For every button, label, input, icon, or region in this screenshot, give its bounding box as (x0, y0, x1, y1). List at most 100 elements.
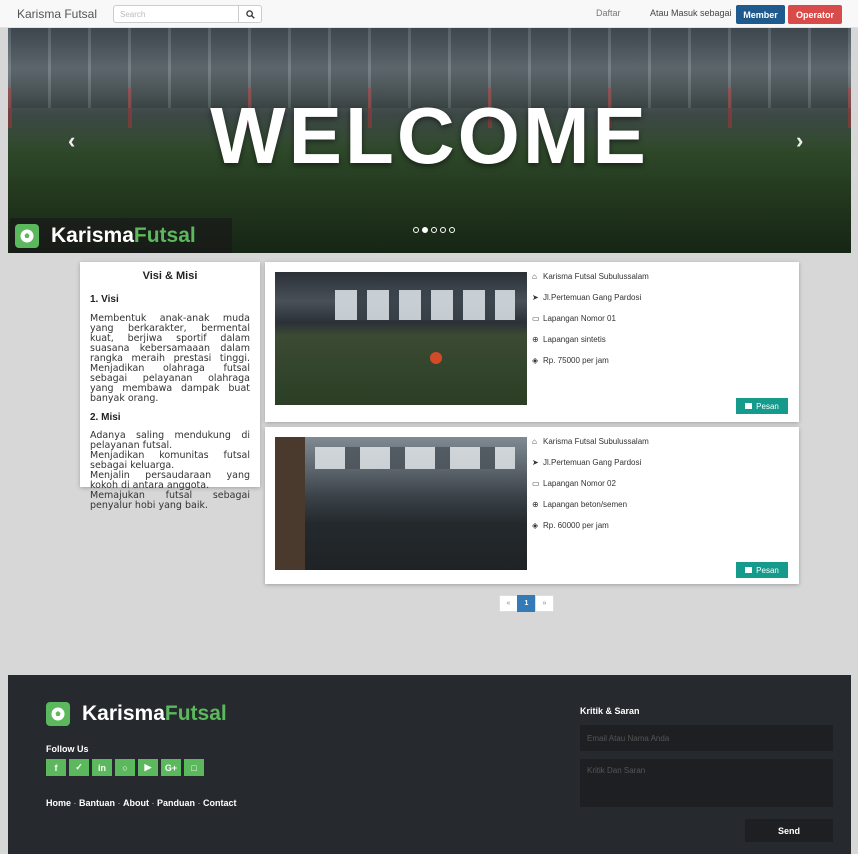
visi-misi-panel: Visi & Misi 1. Visi Membentuk anak-anak … (80, 262, 260, 511)
navbar: Karisma Futsal Daftar Atau Masuk sebagai… (0, 0, 858, 28)
soccer-ball-icon (15, 223, 39, 248)
footer-logo-karisma: Karisma (82, 702, 165, 725)
footer-link-contact[interactable]: Contact (203, 798, 237, 808)
field-photo-wall (275, 437, 305, 570)
misi-line: Memajukan futsal sebagai penyalur hobi y… (90, 490, 250, 511)
footer-link-panduan[interactable]: Panduan (157, 798, 195, 808)
brand-link[interactable]: Karisma Futsal (17, 7, 97, 21)
field-photo-windows (335, 290, 515, 320)
pesan-label: Pesan (756, 565, 779, 575)
lifesaver-icon: ⊕ (532, 334, 539, 344)
pesan-button[interactable]: Pesan (736, 562, 788, 578)
pagination-next[interactable]: » (535, 595, 554, 612)
field-address: Jl.Pertemuan Gang Pardosi (543, 457, 642, 467)
social-links: f ✓ in ○ ▶ G+ □ (46, 759, 204, 776)
tags-icon: ◈ (532, 520, 539, 530)
hero-carousel: WELCOME ‹ › KarismaFutsal (8, 28, 851, 253)
card-icon: ▭ (532, 478, 540, 488)
field-name: Karisma Futsal Subulussalam (543, 436, 649, 446)
footer-link-bantuan[interactable]: Bantuan (79, 798, 115, 808)
field-photo-ball (430, 352, 442, 364)
follow-us-label: Follow Us (46, 744, 89, 754)
home-icon: ⌂ (532, 436, 537, 446)
field-number: Lapangan Nomor 02 (543, 478, 616, 488)
footer: KarismaFutsal Follow Us f ✓ in ○ ▶ G+ □ … (8, 675, 851, 854)
daftar-link[interactable]: Daftar (596, 8, 621, 18)
lifesaver-icon: ⊕ (532, 499, 539, 509)
login-as-label: Atau Masuk sebagai (650, 8, 732, 18)
footer-link-separator: · (149, 798, 158, 808)
carousel-indicator-active[interactable] (422, 227, 428, 233)
pagination: « 1 » (499, 595, 554, 612)
field-number: Lapangan Nomor 01 (543, 313, 616, 323)
footer-logo-text: KarismaFutsal (82, 702, 227, 726)
location-arrow-icon: ➤ (532, 457, 539, 467)
field-photo (275, 437, 527, 570)
footer-link-separator: · (71, 798, 80, 808)
facebook-icon[interactable]: f (46, 759, 66, 776)
field-type: Lapangan sintetis (543, 334, 606, 344)
field-card: ⌂ Karisma Futsal Subulussalam ➤ Jl.Pertemu… (265, 427, 799, 584)
field-address: Jl.Pertemuan Gang Pardosi (543, 292, 642, 302)
field-photo (275, 272, 527, 405)
linkedin-icon[interactable]: in (92, 759, 112, 776)
google-plus-icon[interactable]: G+ (161, 759, 181, 776)
welcome-headline: WELCOME (210, 91, 649, 180)
instagram-icon[interactable]: □ (184, 759, 204, 776)
carousel-indicator[interactable] (413, 227, 419, 233)
visi-text: Membentuk anak-anak muda yang berkarakte… (90, 313, 250, 404)
footer-logo: KarismaFutsal (46, 702, 227, 726)
footer-link-home[interactable]: Home (46, 798, 71, 808)
misi-heading: 2. Misi (90, 412, 121, 423)
home-icon: ⌂ (532, 271, 537, 281)
youtube-icon[interactable]: ▶ (138, 759, 158, 776)
send-button[interactable]: Send (745, 819, 833, 842)
pagination-page-1[interactable]: 1 (517, 595, 536, 612)
field-info: ⌂ Karisma Futsal Subulussalam ➤ Jl.Pertemu… (532, 437, 649, 542)
misi-line: Adanya saling mendukung di pelayanan fut… (90, 430, 250, 451)
search-button[interactable] (238, 5, 262, 23)
member-button[interactable]: Member (736, 5, 785, 24)
field-name: Karisma Futsal Subulussalam (543, 271, 649, 281)
tags-icon: ◈ (532, 355, 539, 365)
footer-link-about[interactable]: About (123, 798, 149, 808)
carousel-logo: KarismaFutsal (10, 218, 232, 253)
field-price: Rp. 60000 per jam (543, 520, 609, 530)
visi-misi-title: Visi & Misi (142, 270, 198, 282)
search-input[interactable] (113, 5, 239, 23)
misi-line: Menjadikan komunitas futsal sebagai kelu… (90, 450, 250, 471)
field-card: ⌂ Karisma Futsal Subulussalam ➤ Jl.Pertemu… (265, 262, 799, 422)
misi-line: Menjalin persaudaraan yang kokoh di anta… (90, 470, 250, 491)
field-price: Rp. 75000 per jam (543, 355, 609, 365)
carousel-indicators (413, 227, 455, 233)
email-name-input[interactable] (580, 725, 833, 751)
twitter-icon[interactable]: ✓ (69, 759, 89, 776)
field-photo-windows (315, 447, 515, 469)
field-info: ⌂ Karisma Futsal Subulussalam ➤ Jl.Pertemu… (532, 272, 649, 377)
footer-link-separator: · (115, 798, 124, 808)
pesan-label: Pesan (756, 401, 779, 411)
footer-logo-futsal: Futsal (164, 702, 227, 725)
misi-text: Adanya saling mendukung di pelayanan fut… (90, 431, 250, 511)
kritik-saran-title: Kritik & Saran (580, 706, 640, 716)
field-type: Lapangan beton/semen (543, 499, 628, 509)
carousel-indicator[interactable] (431, 227, 437, 233)
carousel-indicator[interactable] (440, 227, 446, 233)
github-icon[interactable]: ○ (115, 759, 135, 776)
operator-button[interactable]: Operator (788, 5, 842, 24)
card-icon: ▭ (532, 313, 540, 323)
logo-text-futsal: Futsal (133, 223, 196, 247)
logo-text-karisma: Karisma (51, 223, 134, 247)
carousel-indicator[interactable] (449, 227, 455, 233)
search-icon (245, 9, 255, 19)
carousel-prev-icon[interactable]: ‹ (68, 128, 75, 154)
logo-text: KarismaFutsal (51, 224, 196, 248)
footer-link-separator: · (195, 798, 204, 808)
visi-heading: 1. Visi (90, 294, 119, 305)
carousel-next-icon[interactable]: › (796, 128, 803, 154)
pesan-button[interactable]: Pesan (736, 398, 788, 414)
kritik-saran-textarea[interactable] (580, 759, 833, 807)
pagination-prev[interactable]: « (499, 595, 518, 612)
book-icon (745, 403, 753, 409)
book-icon (745, 567, 753, 573)
